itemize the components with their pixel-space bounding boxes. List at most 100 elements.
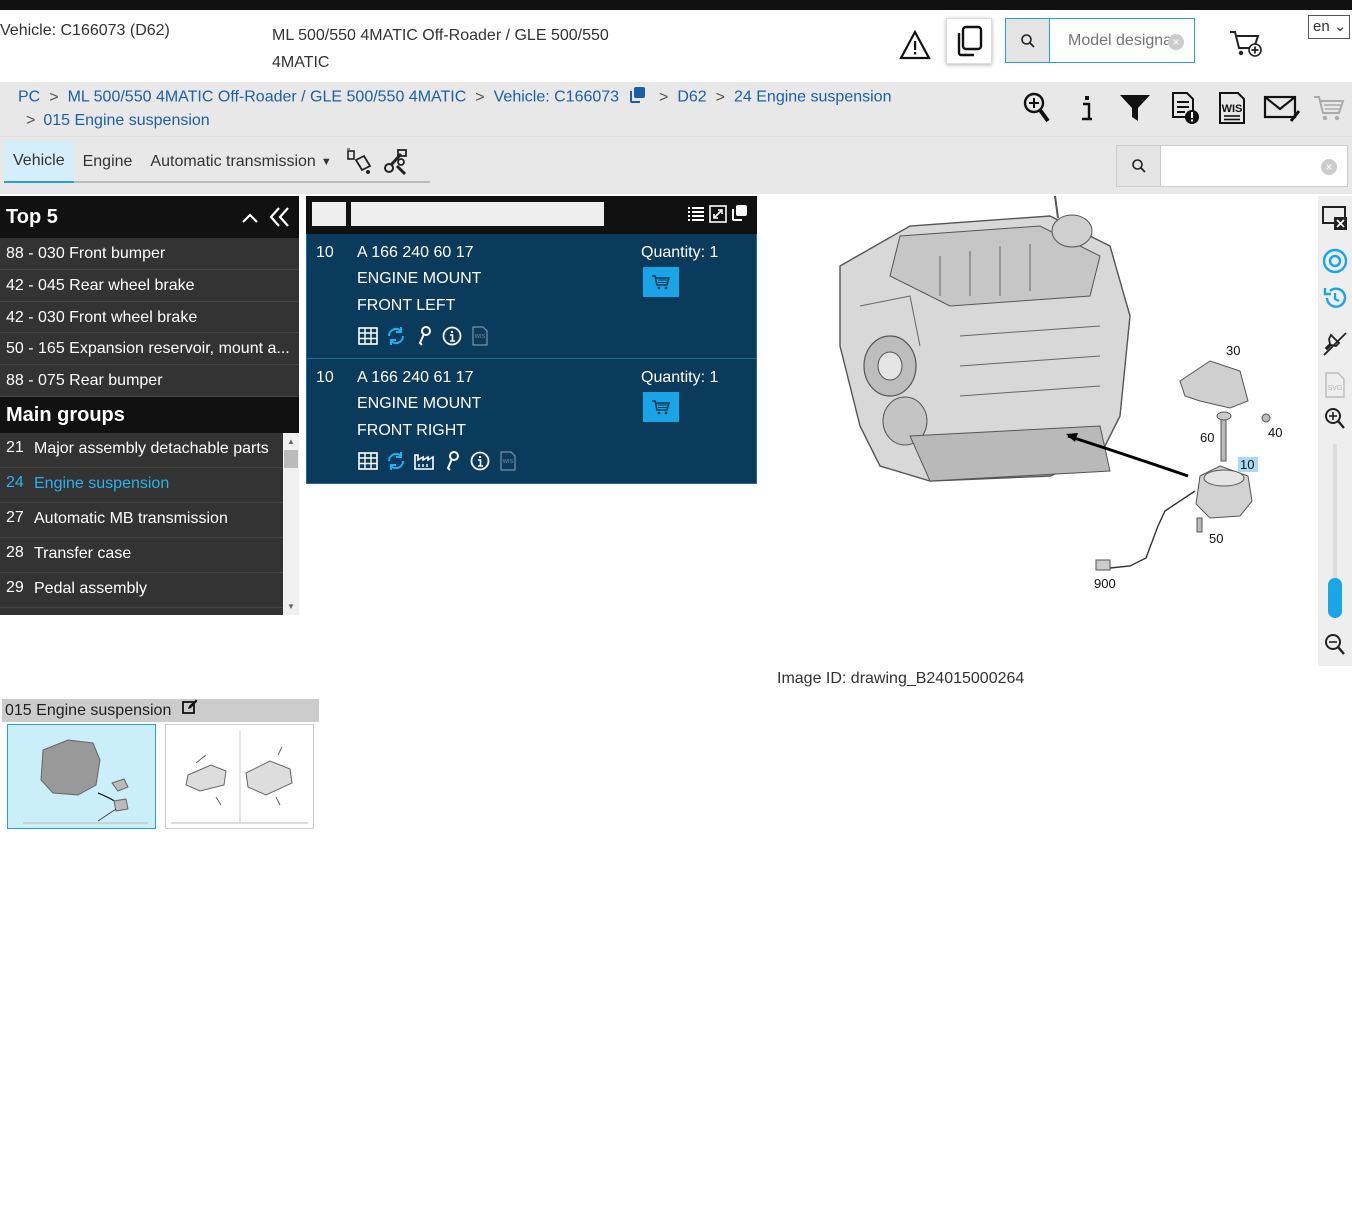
cart-disabled-icon <box>1310 90 1348 126</box>
breadcrumb-pc[interactable]: PC <box>18 89 40 106</box>
thumbnail-1[interactable] <box>7 724 156 829</box>
add-to-cart-button[interactable] <box>643 267 679 297</box>
top5-title: Top 5 <box>6 206 58 228</box>
replace-icon[interactable] <box>385 325 407 347</box>
bolt-50 <box>1196 517 1203 533</box>
tab-automatic-transmission[interactable]: Automatic transmission ▼ <box>141 141 340 183</box>
part-search[interactable]: × <box>1116 145 1348 187</box>
factory-icon[interactable] <box>413 450 435 472</box>
mail-edit-icon[interactable] <box>1262 90 1302 126</box>
zoom-out-icon[interactable] <box>1321 631 1349 659</box>
main-group-item[interactable]: 28 Transfer case <box>0 537 283 573</box>
engine-illustration <box>839 195 1131 482</box>
add-to-cart-button[interactable] <box>643 392 679 422</box>
left-panel: Top 5 88 - 030 Front bumper 42 - 045 Rea… <box>0 196 299 615</box>
chevron-up-icon[interactable] <box>240 196 260 253</box>
zoom-slider-handle[interactable] <box>1328 578 1342 618</box>
svg-text:WIS: WIS <box>503 459 514 465</box>
wis-icon[interactable]: WIS <box>1214 90 1250 126</box>
search-icon[interactable] <box>1117 146 1161 186</box>
callout-60: 60 <box>1200 430 1214 445</box>
zoom-in-icon[interactable] <box>1020 90 1054 126</box>
top5-item[interactable]: 42 - 045 Rear wheel brake <box>0 269 299 302</box>
clear-icon[interactable]: × <box>1168 34 1184 50</box>
model-search-input[interactable] <box>1050 19 1170 62</box>
warning-icon[interactable] <box>898 28 932 62</box>
main-group-item[interactable]: 29 Pedal assembly <box>0 572 283 608</box>
filter-icon[interactable] <box>1118 90 1152 126</box>
breadcrumb-vehicle[interactable]: Vehicle: C166073 <box>494 89 619 106</box>
target-icon[interactable] <box>1321 247 1349 275</box>
main-group-item[interactable]: 21 Major assembly detachable parts <box>0 432 283 468</box>
language-select[interactable]: en ⌄ <box>1308 15 1350 39</box>
cart-add-icon[interactable] <box>1226 26 1266 62</box>
part-row[interactable]: 10 A 166 240 61 17 ENGINE MOUNT FRONT RI… <box>306 359 757 484</box>
info-circle-icon[interactable] <box>469 450 491 472</box>
drawing-toolbar: SVG <box>1318 196 1352 666</box>
main-group-item-selected[interactable]: 24 Engine suspension <box>0 467 283 503</box>
tab-vehicle[interactable]: Vehicle <box>4 141 74 183</box>
edit-icon[interactable] <box>181 699 198 722</box>
document-alert-icon[interactable] <box>1168 90 1202 126</box>
main-groups-header: Main groups <box>0 396 299 433</box>
parts-drawing[interactable]: 30 60 40 10 50 900 <box>800 195 1310 616</box>
main-group-num: 29 <box>6 578 24 596</box>
clear-icon[interactable]: × <box>1321 159 1337 175</box>
main-group-label: Major assembly detachable parts <box>34 439 269 457</box>
expand-icon[interactable] <box>709 205 727 228</box>
paint-icon[interactable] <box>341 141 377 183</box>
search-icon[interactable] <box>1006 19 1050 62</box>
part-row[interactable]: 10 A 166 240 60 17 ENGINE MOUNT FRONT LE… <box>306 234 757 359</box>
scrollbar[interactable]: ▲ ▼ <box>283 432 299 615</box>
thumbnail-header: 015 Engine suspension <box>2 699 319 722</box>
model-search[interactable]: × <box>1005 18 1195 63</box>
breadcrumb-group[interactable]: 24 Engine suspension <box>734 89 891 106</box>
info-icon[interactable] <box>1072 90 1102 126</box>
copy-icon[interactable] <box>946 18 992 64</box>
callout-10: 10 <box>1240 457 1254 472</box>
replace-icon[interactable] <box>385 450 407 472</box>
svg-export-icon: SVG <box>1321 371 1349 399</box>
key-icon[interactable] <box>441 450 463 472</box>
breadcrumb-subgroup[interactable]: 015 Engine suspension <box>43 112 209 129</box>
main-group-item[interactable]: 27 Automatic MB transmission <box>0 502 283 538</box>
callout-50: 50 <box>1209 531 1223 546</box>
part-quantity: Quantity: 1 <box>641 369 719 386</box>
zoom-in-icon[interactable] <box>1321 405 1349 433</box>
key-icon[interactable] <box>413 325 435 347</box>
parts-list-header <box>306 196 757 234</box>
copy-icon[interactable] <box>730 204 748 227</box>
language-value: en <box>1313 18 1330 35</box>
grid-icon[interactable] <box>357 450 379 472</box>
filter-position-field[interactable] <box>312 202 346 226</box>
top5-item[interactable]: 88 - 075 Rear bumper <box>0 365 299 397</box>
tab-engine[interactable]: Engine <box>74 141 142 183</box>
parts-list: 10 A 166 240 60 17 ENGINE MOUNT FRONT LE… <box>306 196 757 484</box>
mount-bracket-30 <box>1179 360 1249 409</box>
copy-small-icon[interactable] <box>628 86 646 109</box>
bolt-60 <box>1220 415 1227 462</box>
top5-item[interactable]: 50 - 165 Expansion reservoir, mount a... <box>0 333 299 366</box>
filter-part-field[interactable] <box>351 202 604 226</box>
breadcrumb-d62[interactable]: D62 <box>677 89 706 106</box>
header: Vehicle: C166073 (D62) ML 500/550 4MATIC… <box>0 10 1352 82</box>
top5-item[interactable]: 42 - 030 Front wheel brake <box>0 301 299 334</box>
thumbnail-2[interactable] <box>165 724 314 829</box>
tools-icon[interactable] <box>377 141 413 183</box>
part-number: A 166 240 60 17 <box>357 244 474 261</box>
breadcrumb-model[interactable]: ML 500/550 4MATIC Off-Roader / GLE 500/5… <box>68 89 467 106</box>
close-drawing-icon[interactable] <box>1321 204 1349 232</box>
svg-text:WIS: WIS <box>475 334 486 340</box>
unpin-icon[interactable] <box>1321 330 1349 358</box>
history-icon[interactable] <box>1321 284 1349 312</box>
top-strip <box>0 0 1352 10</box>
main-groups-list: 21 Major assembly detachable parts 24 En… <box>0 432 299 615</box>
info-circle-icon[interactable] <box>441 325 463 347</box>
callout-40: 40 <box>1268 425 1282 440</box>
part-quantity: Quantity: 1 <box>641 244 719 261</box>
list-view-icon[interactable] <box>687 205 705 228</box>
grid-icon[interactable] <box>357 325 379 347</box>
part-description: ENGINE MOUNT <box>357 395 482 412</box>
main-group-label: Transfer case <box>34 544 132 562</box>
collapse-left-icon[interactable] <box>268 196 292 253</box>
